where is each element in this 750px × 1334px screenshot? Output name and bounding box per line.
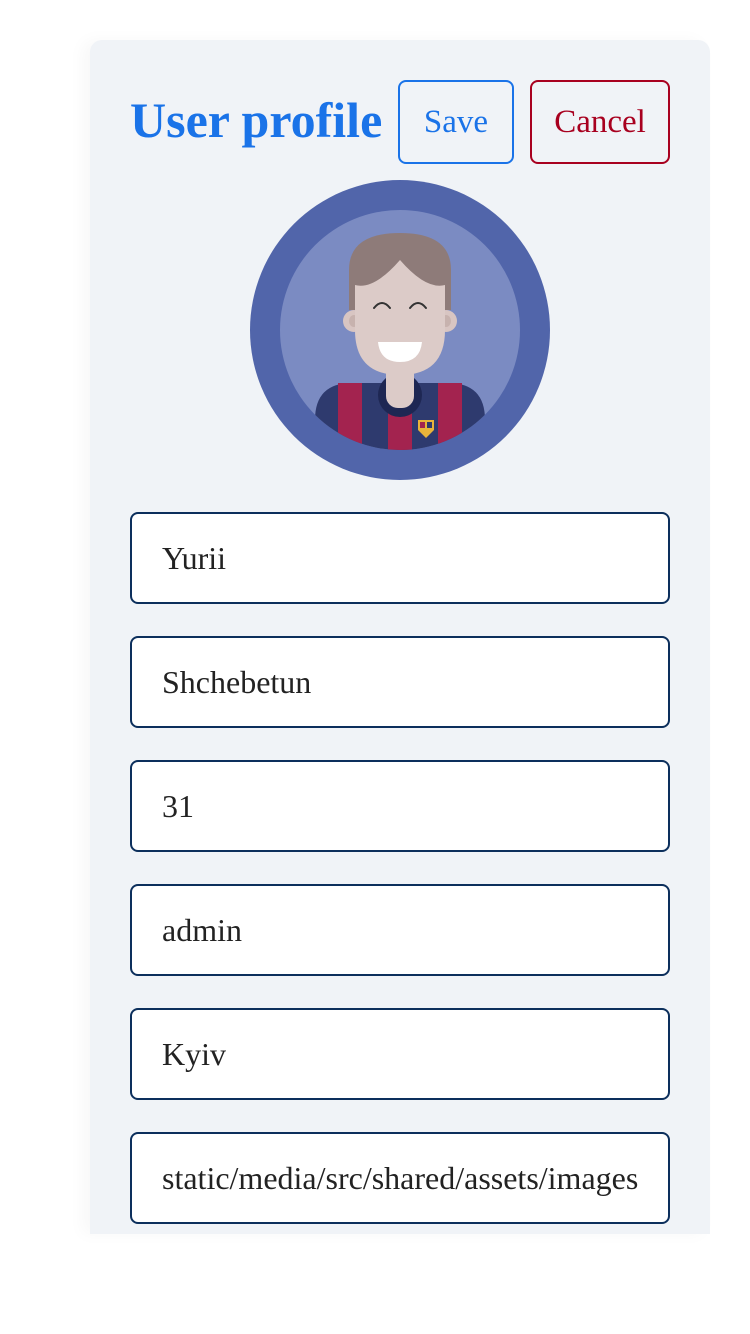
cartoon-boy-avatar-icon [250, 180, 550, 480]
first-name-field[interactable] [130, 512, 670, 604]
profile-header: User profile Save Cancel [130, 80, 670, 164]
age-field[interactable] [130, 760, 670, 852]
page-title: User profile [130, 92, 383, 148]
save-button[interactable]: Save [398, 80, 514, 164]
avatar [250, 180, 550, 480]
cancel-button[interactable]: Cancel [530, 80, 670, 164]
role-field[interactable] [130, 884, 670, 976]
avatar-path-field[interactable] [130, 1132, 670, 1224]
city-field[interactable] [130, 1008, 670, 1100]
last-name-field[interactable] [130, 636, 670, 728]
profile-card: User profile Save Cancel [90, 40, 710, 1234]
